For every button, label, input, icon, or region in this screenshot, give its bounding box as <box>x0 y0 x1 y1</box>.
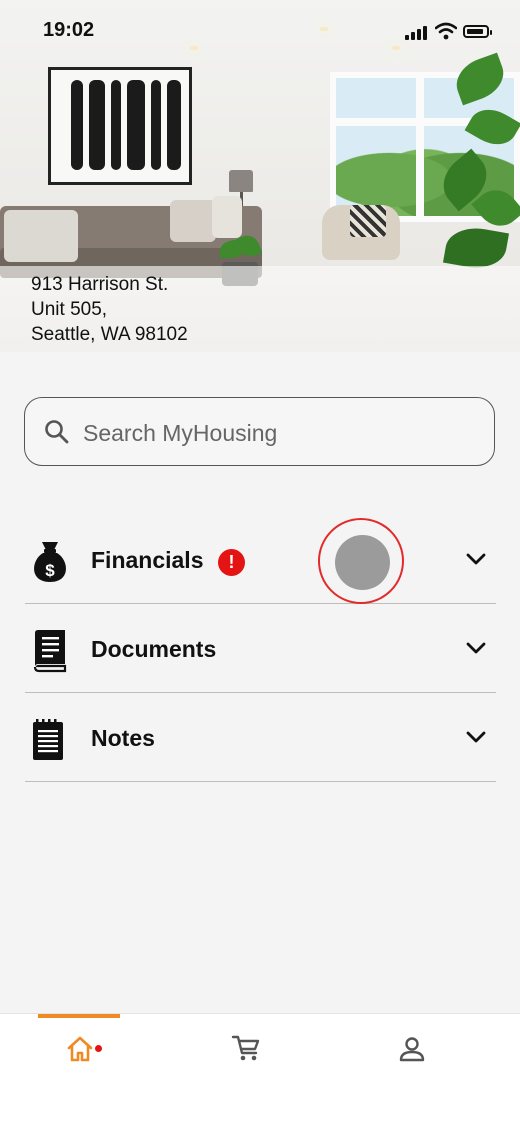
cellular-signal-icon <box>405 26 431 40</box>
chevron-down-icon[interactable] <box>466 641 486 655</box>
status-bar: 19:02 <box>0 0 520 60</box>
property-address: 913 Harrison St. Unit 505, Seattle, WA 9… <box>31 272 188 347</box>
address-line-3: Seattle, WA 98102 <box>31 324 188 345</box>
chevron-down-icon[interactable] <box>466 552 486 566</box>
money-bag-icon: $ <box>34 542 66 582</box>
active-tab-indicator <box>38 1014 120 1018</box>
section-label: Notes <box>91 725 155 751</box>
address-line-2: Unit 505, <box>31 299 108 320</box>
section-label: Documents <box>91 636 217 662</box>
section-documents[interactable]: Documents <box>25 605 496 693</box>
nav-profile[interactable] <box>392 1032 432 1068</box>
section-label: Financials <box>91 547 204 573</box>
wifi-icon <box>435 22 457 40</box>
tap-indicator-dot <box>335 535 390 590</box>
home-icon <box>67 1036 93 1062</box>
bottom-nav <box>0 1013 520 1127</box>
svg-text:$: $ <box>45 561 55 580</box>
address-line-1: 913 Harrison St. <box>31 274 169 295</box>
search-icon <box>45 420 69 444</box>
section-notes[interactable]: Notes <box>25 694 496 782</box>
book-icon <box>33 630 67 673</box>
notepad-icon <box>33 719 63 760</box>
section-financials[interactable]: $ Financials ! <box>25 516 496 604</box>
person-icon <box>399 1037 425 1062</box>
search-bar[interactable] <box>24 397 495 466</box>
cart-icon <box>231 1035 260 1061</box>
wall-art <box>48 67 192 185</box>
notification-dot <box>95 1045 102 1052</box>
search-input[interactable] <box>81 412 475 454</box>
status-time: 19:02 <box>43 19 95 41</box>
battery-icon <box>463 25 492 38</box>
chevron-down-icon[interactable] <box>466 730 486 744</box>
nav-cart[interactable] <box>226 1032 266 1068</box>
alert-badge: ! <box>218 549 245 576</box>
nav-home[interactable] <box>60 1032 100 1068</box>
